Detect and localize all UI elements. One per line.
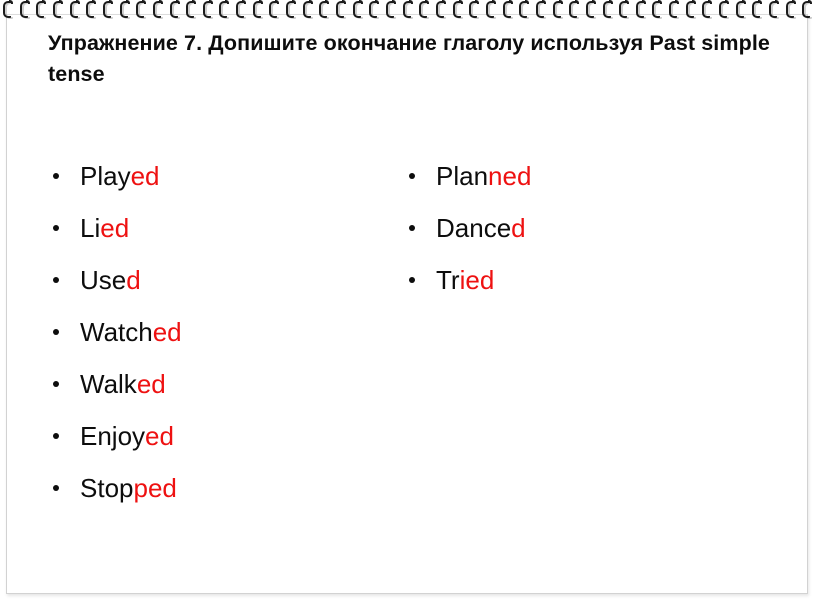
- spiral-ring-hook: [108, 0, 113, 4]
- spiral-ring-hook: [458, 0, 463, 4]
- spiral-ring-hook: [225, 0, 230, 4]
- spiral-ring-hook: [641, 0, 646, 4]
- spiral-ring-hook: [508, 0, 513, 4]
- spiral-ring-hook: [408, 0, 413, 4]
- verb-stem: Stop: [80, 473, 134, 503]
- spiral-ring-hook: [775, 0, 780, 4]
- spiral-ring-hook: [142, 0, 147, 4]
- verb-ending: ed: [100, 213, 130, 243]
- spiral-ring-hook: [558, 0, 563, 4]
- verb-ending: ed: [145, 421, 174, 451]
- verb-ending: ied: [459, 265, 495, 295]
- spiral-ring-hook: [175, 0, 180, 4]
- verb-list-item: Lied: [50, 202, 390, 254]
- bullet-dot-icon: [53, 173, 59, 179]
- verb-stem: Plan: [436, 161, 489, 191]
- spiral-ring-hook: [292, 0, 297, 4]
- verb-list-item: Stopped: [50, 462, 390, 514]
- verb-list-item: Tried: [406, 254, 746, 306]
- bullet-dot-icon: [53, 329, 59, 335]
- spiral-ring-hook: [525, 0, 530, 4]
- verb-list-right-column: Planned Danced Tried: [406, 150, 746, 306]
- spiral-ring-hook: [575, 0, 580, 4]
- verb-stem: Dance: [436, 213, 512, 243]
- verb-ending: d: [511, 213, 526, 243]
- bullet-dot-icon: [409, 277, 415, 283]
- bullet-dot-icon: [53, 225, 59, 231]
- spiral-ring-hook: [708, 0, 713, 4]
- spiral-ring-hook: [675, 0, 680, 4]
- spiral-ring-hook: [475, 0, 480, 4]
- spiral-ring-hook: [392, 0, 397, 4]
- spiral-ring-hook: [541, 0, 546, 4]
- bullet-dot-icon: [409, 173, 415, 179]
- bullet-dot-icon: [53, 381, 59, 387]
- spiral-ring-hook: [491, 0, 496, 4]
- verb-ending: ned: [488, 161, 532, 191]
- spiral-ring-hook: [608, 0, 613, 4]
- spiral-ring-hook: [342, 0, 347, 4]
- verb-ending: ed: [130, 161, 160, 191]
- verb-list-item: Played: [50, 150, 390, 202]
- bullet-dot-icon: [409, 225, 415, 231]
- spiral-ring-hook: [258, 0, 263, 4]
- verb-ending: ped: [133, 473, 177, 503]
- spiral-ring-hook: [691, 0, 696, 4]
- verb-stem: Enjoy: [80, 421, 146, 451]
- verb-list-left-column: Played Lied Used Watched Walked Enjoyed Stoppe…: [50, 150, 390, 514]
- spiral-ring-hook: [658, 0, 663, 4]
- spiral-ring-hook: [308, 0, 313, 4]
- spiral-ring-hook: [441, 0, 446, 4]
- verb-list-item: Planned: [406, 150, 746, 202]
- verb-stem: Use: [80, 265, 127, 295]
- verb-stem: Walk: [80, 369, 137, 399]
- spiral-ring-hook: [75, 0, 80, 4]
- spiral-ring-hook: [242, 0, 247, 4]
- spiral-ring-hook: [591, 0, 596, 4]
- verb-ending: d: [126, 265, 141, 295]
- bullet-dot-icon: [53, 277, 59, 283]
- spiral-ring-hook: [42, 0, 47, 4]
- spiral-ring-hook: [358, 0, 363, 4]
- verb-ending: ed: [152, 317, 182, 347]
- verb-list-item: Enjoyed: [50, 410, 390, 462]
- spiral-ring-hook: [808, 0, 813, 4]
- spiral-ring-hook: [791, 0, 796, 4]
- spiral-ring-hook: [25, 0, 30, 4]
- verb-stem: Watch: [80, 317, 153, 347]
- spiral-ring-hook: [375, 0, 380, 4]
- verb-stem: Li: [80, 213, 101, 243]
- spiral-ring-hook: [625, 0, 630, 4]
- verb-list-item: Used: [50, 254, 390, 306]
- spiral-ring-hook: [275, 0, 280, 4]
- verb-stem: Tr: [436, 265, 460, 295]
- spiral-ring-hook: [158, 0, 163, 4]
- verb-list-item: Danced: [406, 202, 746, 254]
- spiral-ring-hook: [725, 0, 730, 4]
- verb-list-item: Walked: [50, 358, 390, 410]
- spiral-ring-hook: [425, 0, 430, 4]
- spiral-ring-hook: [741, 0, 746, 4]
- spiral-ring-hook: [9, 0, 13, 4]
- verb-stem: Play: [80, 161, 131, 191]
- spiral-ring-hook: [208, 0, 213, 4]
- bullet-dot-icon: [53, 433, 59, 439]
- spiral-ring-hook: [125, 0, 130, 4]
- spiral-ring-hook: [192, 0, 197, 4]
- spiral-ring-hook: [92, 0, 97, 4]
- slide-canvas: Упражнение 7. Допишите окончание глаголу…: [0, 0, 816, 613]
- verb-ending: ed: [136, 369, 166, 399]
- bullet-dot-icon: [53, 485, 59, 491]
- verb-list-item: Watched: [50, 306, 390, 358]
- spiral-ring-hook: [58, 0, 63, 4]
- spiral-ring-hook: [325, 0, 330, 4]
- spiral-ring-hook: [758, 0, 763, 4]
- page-title: Упражнение 7. Допишите окончание глаголу…: [48, 31, 770, 86]
